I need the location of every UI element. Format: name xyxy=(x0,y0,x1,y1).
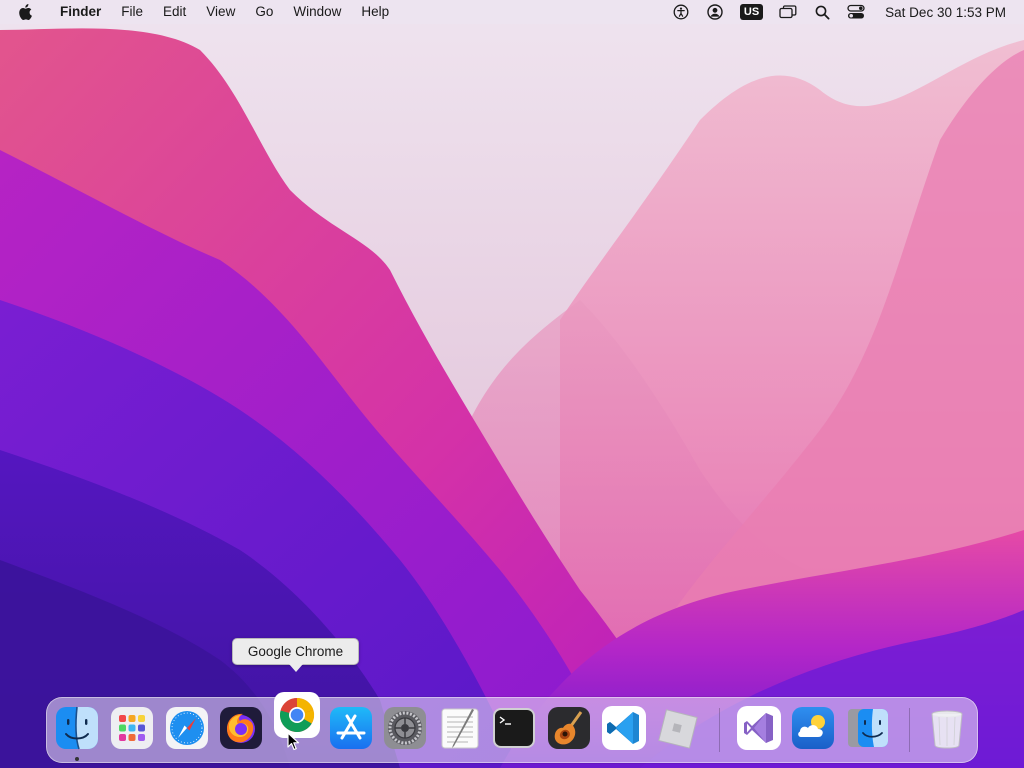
dock-weather[interactable] xyxy=(791,706,835,750)
dock-system-preferences[interactable] xyxy=(383,706,427,750)
menu-window[interactable]: Window xyxy=(283,0,351,24)
input-source-icon[interactable]: US xyxy=(739,4,764,20)
menu-bar-clock[interactable]: Sat Dec 30 1:53 PM xyxy=(885,5,1006,20)
visual-studio-icon xyxy=(744,713,773,743)
garageband-icon xyxy=(548,707,590,749)
weather-icon xyxy=(792,707,834,749)
menu-file[interactable]: File xyxy=(111,0,153,24)
chrome-icon xyxy=(279,697,315,732)
firefox-icon xyxy=(220,707,262,749)
menu-bar: Finder File Edit View Go Window Help US xyxy=(0,0,1024,24)
dock-terminal[interactable] xyxy=(492,706,536,750)
roblox-icon xyxy=(658,709,698,749)
dock-migration-assistant[interactable] xyxy=(846,706,890,750)
system-preferences-icon xyxy=(384,707,426,749)
dock-firefox[interactable] xyxy=(219,706,263,750)
dock-safari[interactable] xyxy=(165,706,209,750)
user-account-icon[interactable] xyxy=(704,1,726,23)
trash-icon xyxy=(931,710,963,749)
accessibility-icon[interactable] xyxy=(670,1,692,23)
finder-running-indicator xyxy=(75,757,79,761)
app-store-icon xyxy=(330,707,372,749)
dock xyxy=(46,692,978,763)
dock-trash[interactable] xyxy=(925,706,969,750)
vscode-icon xyxy=(607,712,639,744)
desktop-wallpaper xyxy=(0,0,1024,768)
safari-icon xyxy=(166,707,208,749)
tooltip-pointer xyxy=(289,664,303,672)
launchpad-icon xyxy=(111,707,153,749)
migration-assistant-icon xyxy=(848,709,888,747)
apple-icon[interactable] xyxy=(16,2,36,22)
dock-textedit[interactable] xyxy=(438,706,482,750)
menu-edit[interactable]: Edit xyxy=(153,0,196,24)
control-center-icon[interactable] xyxy=(845,1,867,23)
dock-launchpad[interactable] xyxy=(110,706,154,750)
mouse-cursor-icon xyxy=(287,732,300,751)
menu-help[interactable]: Help xyxy=(351,0,399,24)
dock-app-store[interactable] xyxy=(329,706,373,750)
menu-view[interactable]: View xyxy=(196,0,245,24)
menu-app-name[interactable]: Finder xyxy=(50,0,111,24)
terminal-icon xyxy=(493,708,535,748)
screen-mirroring-icon[interactable] xyxy=(777,1,799,23)
spotlight-search-icon[interactable] xyxy=(811,1,833,23)
textedit-icon xyxy=(441,708,479,749)
dock-garageband[interactable] xyxy=(547,706,591,750)
dock-finder[interactable] xyxy=(55,706,99,750)
finder-icon xyxy=(56,706,98,750)
dock-separator-trash xyxy=(909,708,910,752)
dock-visual-studio-code[interactable] xyxy=(602,706,646,750)
dock-separator xyxy=(719,708,720,752)
dock-visual-studio[interactable] xyxy=(737,706,781,750)
dock-tooltip-label: Google Chrome xyxy=(247,644,344,659)
status-area: US Sat Dec 30 1:53 PM xyxy=(664,0,1024,24)
dock-tooltip: Google Chrome xyxy=(232,638,359,672)
menu-go[interactable]: Go xyxy=(245,0,283,24)
dock-roblox[interactable] xyxy=(655,706,699,750)
